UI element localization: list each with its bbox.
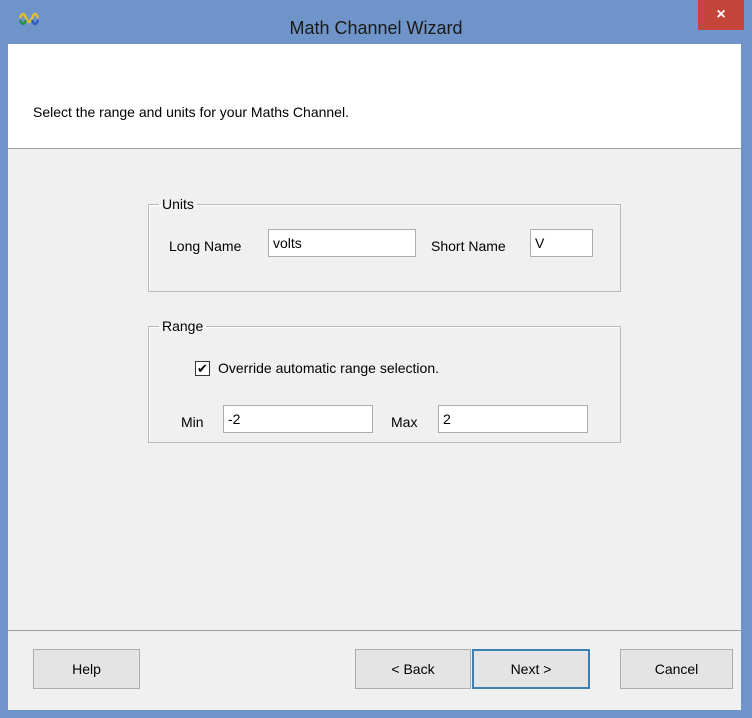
checkmark-icon: ✔: [197, 361, 208, 376]
instruction-text: Select the range and units for your Math…: [33, 104, 349, 120]
wizard-client-area: Select the range and units for your Math…: [8, 44, 741, 710]
long-name-input[interactable]: [268, 229, 416, 257]
back-button[interactable]: < Back: [355, 649, 471, 689]
override-label[interactable]: Override automatic range selection.: [218, 360, 439, 376]
help-button[interactable]: Help: [33, 649, 140, 689]
short-name-label: Short Name: [431, 238, 506, 254]
close-icon: ×: [716, 6, 726, 23]
override-checkbox[interactable]: ✔: [195, 361, 210, 376]
cancel-button[interactable]: Cancel: [620, 649, 733, 689]
footer-divider: [8, 630, 741, 631]
min-input[interactable]: [223, 405, 373, 433]
range-group: Range ✔ Override automatic range selecti…: [148, 318, 621, 443]
max-input[interactable]: [438, 405, 588, 433]
range-legend: Range: [162, 318, 204, 334]
window-title: Math Channel Wizard: [289, 18, 463, 38]
window-bottom-border: [0, 710, 752, 718]
units-legend: Units: [162, 196, 194, 212]
wizard-header: Select the range and units for your Math…: [8, 44, 741, 149]
close-button[interactable]: ×: [698, 0, 744, 30]
next-button[interactable]: Next >: [472, 649, 590, 689]
long-name-label: Long Name: [169, 238, 242, 254]
units-group: Units Long Name Short Name: [148, 196, 621, 292]
max-label: Max: [391, 414, 418, 430]
short-name-input[interactable]: [530, 229, 593, 257]
min-label: Min: [181, 414, 204, 430]
